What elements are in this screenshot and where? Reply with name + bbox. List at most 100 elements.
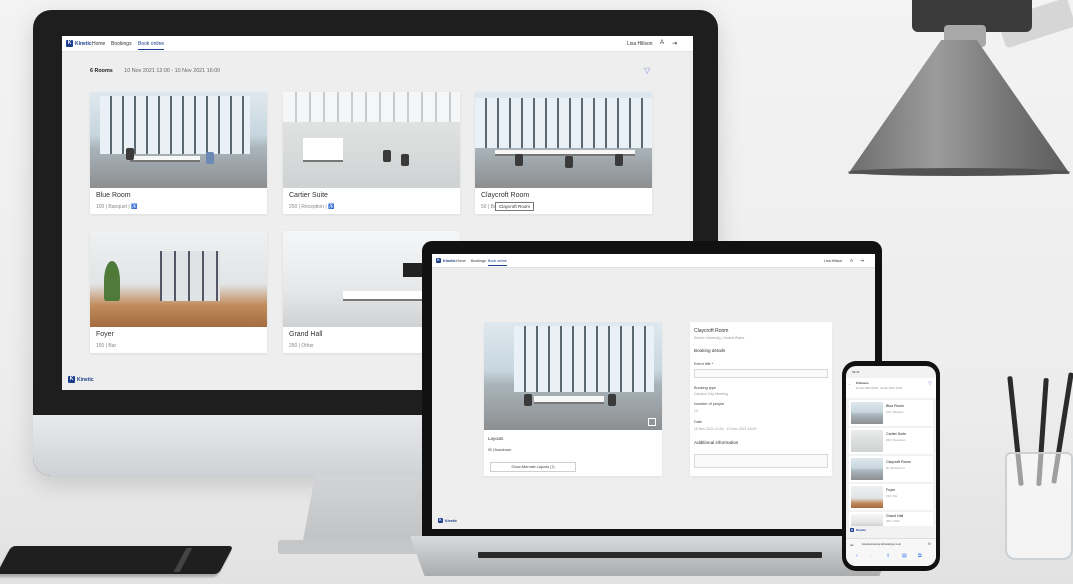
list-item[interactable]: Foyer 150 | Bar — [849, 484, 933, 510]
list-item[interactable]: Blue Room 100 | Banquet — [849, 400, 933, 426]
browser-bar: aA kineticuniversity.kxbookings.co.uk ↻ … — [846, 538, 936, 566]
room-name: Blue Room — [96, 192, 131, 199]
filter-icon[interactable]: ▽ — [928, 381, 932, 387]
date-range: 10 Nov 2021 12:00 - 10 Nov 2021 16:00 — [124, 68, 221, 74]
brand-name: Kinetic — [443, 258, 456, 263]
list-item[interactable]: Claycroft Room 50 | Boardroom — [849, 456, 933, 482]
booking-type-label: Booking type — [694, 386, 716, 390]
top-nav: K Kinetic Home Bookings Book online Lisa… — [62, 36, 693, 52]
tabs-icon[interactable]: ⧉ — [918, 553, 922, 559]
room-thumb — [851, 430, 883, 452]
event-title-input[interactable] — [694, 369, 828, 378]
kinetic-logo-icon: K — [68, 376, 75, 383]
date-label: Date — [694, 420, 703, 424]
notebook — [0, 546, 234, 574]
people-label: Number of people — [694, 402, 725, 406]
expand-icon[interactable] — [648, 418, 656, 426]
room-card[interactable]: Cartier Suite 250 | Reception | ♿ — [283, 92, 460, 214]
logout-icon[interactable]: ⇥ — [672, 40, 677, 47]
booking-form: Claycroft Room Kinetic University, Centr… — [690, 322, 832, 476]
booking-type-value[interactable]: Campus Day Meeting — [694, 392, 728, 396]
room-title: Claycroft Room — [694, 328, 729, 334]
room-thumb — [851, 486, 883, 508]
room-card[interactable]: Claycroft Room 50 | Boardroom Claycroft … — [475, 92, 652, 214]
forward-arrow-icon[interactable]: › — [870, 553, 872, 559]
list-item[interactable]: Grand Hall 250 | Other — [849, 512, 933, 526]
room-meta: 250 | Other — [289, 343, 314, 349]
brand-logo[interactable]: K Kinetic — [436, 258, 456, 263]
date-value[interactable]: 10 Nov 2021 12:00 - 10 Nov 2021 16:00 — [694, 427, 756, 431]
tooltip: Claycroft Room — [495, 202, 535, 211]
top-nav: K Kinetic Home Bookings Book online Lisa… — [432, 254, 875, 268]
nav-bookings[interactable]: Bookings — [471, 259, 486, 263]
accessibility-icon[interactable]: A — [850, 258, 853, 263]
booking-details-heading: Booking details — [694, 348, 726, 353]
room-name: Foyer — [96, 331, 114, 338]
reader-icon[interactable]: aA — [850, 543, 854, 547]
nav-book-online[interactable]: Book online — [488, 259, 507, 266]
back-arrow-icon[interactable]: ‹ — [856, 553, 858, 559]
room-card[interactable]: Foyer 150 | Bar — [90, 231, 267, 353]
layout-card: Layouts 50 | Boardroom Show Alternate La… — [484, 322, 662, 476]
nav-book-online[interactable]: Book online — [138, 41, 165, 50]
results-summary: 6 Rooms 10 Nov 2021 12:00 - 10 Nov 2021 … — [90, 68, 220, 74]
additional-info-heading: Additional information — [694, 440, 739, 445]
bookmarks-icon[interactable]: ▤ — [902, 553, 907, 559]
event-title-label: Event title * — [694, 362, 714, 366]
room-thumb — [851, 458, 883, 480]
lamp-shade — [848, 40, 1070, 174]
footer-logo: K Kinetic — [438, 518, 457, 523]
room-meta: 150 | Bar — [96, 343, 117, 349]
kinetic-logo-icon: K — [66, 40, 73, 47]
back-icon[interactable]: ‹ — [849, 382, 850, 386]
filter-icon[interactable]: ▽ — [644, 66, 650, 75]
room-thumb — [851, 514, 883, 526]
user-name[interactable]: Lisa Hillson — [627, 41, 653, 47]
room-name: Foyer — [886, 488, 896, 492]
lamp-rim — [848, 168, 1070, 176]
room-name: Grand Hall — [886, 514, 904, 518]
brand-logo[interactable]: K Kinetic — [66, 40, 92, 47]
additional-info-input[interactable] — [694, 454, 828, 468]
list-item[interactable]: Cartier Suite 250 | Reception — [849, 428, 933, 454]
status-time: 09:41 — [852, 370, 860, 374]
date-range: 10 Nov 2021 09:00 - 10 Nov 2021 12:00 — [856, 387, 903, 390]
room-meta: 250 | Reception | ♿ — [289, 204, 335, 210]
room-meta: 250 | Other — [886, 519, 900, 523]
reload-icon[interactable]: ↻ — [928, 542, 931, 546]
room-name: Blue Room — [886, 404, 904, 408]
phone-screen: 09:41 ‹ 6 Rooms 10 Nov 2021 09:00 - 10 N… — [846, 366, 936, 566]
logout-icon[interactable]: ⇥ — [860, 258, 864, 264]
nav-home[interactable]: Home — [92, 41, 105, 47]
room-thumb — [851, 402, 883, 424]
room-photo — [475, 92, 652, 188]
layout-value: 50 | Boardroom — [488, 448, 512, 452]
room-card[interactable]: Blue Room 100 | Banquet | ♿ — [90, 92, 267, 214]
laptop-screen: K Kinetic Home Bookings Book online Lisa… — [432, 254, 875, 529]
nav-bookings[interactable]: Bookings — [111, 41, 132, 47]
room-name: Grand Hall — [289, 331, 323, 338]
show-alternate-layouts-button[interactable]: Show Alternate Layouts (1) — [490, 462, 576, 472]
room-meta: 50 | Boardroom — [886, 466, 906, 470]
footer-brand: Kinetic — [445, 518, 457, 523]
share-icon[interactable]: ⇪ — [886, 553, 890, 559]
pencil-cup — [1005, 452, 1073, 560]
room-photo — [90, 231, 267, 327]
nav-home[interactable]: Home — [456, 259, 466, 263]
accessibility-icon[interactable]: A — [660, 40, 664, 46]
room-photo — [484, 322, 662, 430]
room-name: Cartier Suite — [886, 432, 906, 436]
footer-logo: K Kinetic — [68, 376, 94, 383]
brand-name: Kinetic — [75, 40, 92, 47]
footer-brand: Kinetic — [856, 528, 867, 532]
room-subtitle: Kinetic University, Central Wales — [694, 336, 745, 340]
room-meta: 150 | Bar — [886, 494, 898, 498]
user-name[interactable]: Lisa Hillson — [824, 259, 842, 263]
people-value[interactable]: 10 — [694, 409, 698, 413]
url-bar[interactable]: kineticuniversity.kxbookings.co.uk — [862, 543, 901, 546]
room-meta: 100 | Banquet | ♿ — [96, 204, 138, 210]
kinetic-logo-icon: K — [438, 518, 443, 523]
layouts-heading: Layouts — [488, 436, 504, 441]
room-count: 6 Rooms — [90, 68, 113, 74]
kinetic-logo-icon: K — [850, 528, 854, 532]
